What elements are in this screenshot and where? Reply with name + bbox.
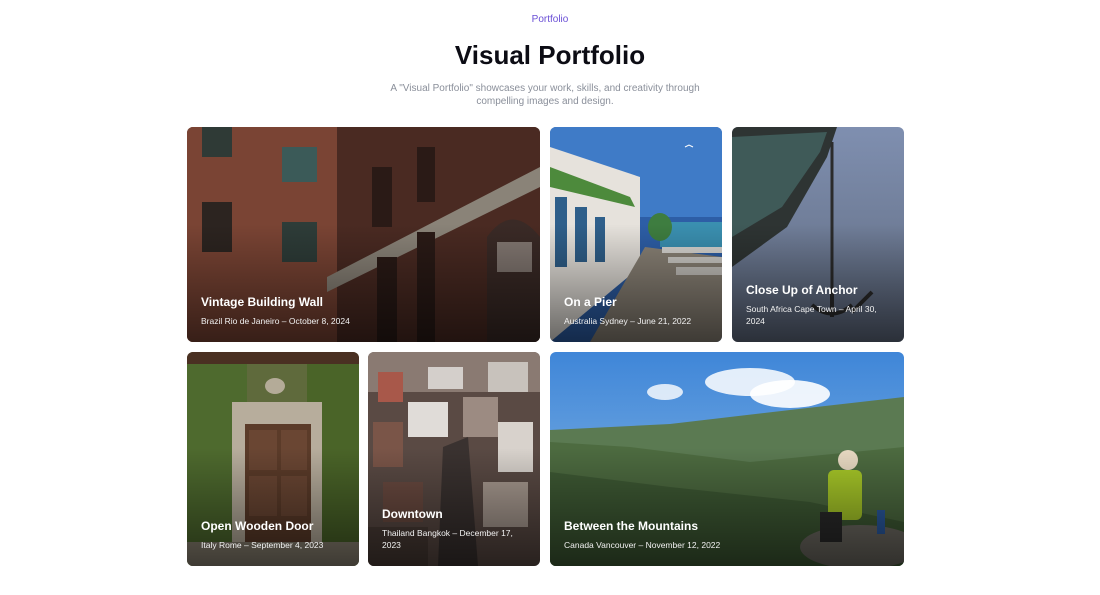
- card-subtitle: Australia Sydney – June 21, 2022: [564, 316, 692, 326]
- card-title: Close Up of Anchor: [746, 283, 858, 297]
- card-subtitle: South Africa Cape Town – April 30, 2024: [746, 304, 877, 326]
- card-title: On a Pier: [564, 295, 617, 309]
- portfolio-card-vintage-building-wall[interactable]: Vintage Building Wall Brazil Rio de Jane…: [187, 127, 540, 342]
- portfolio-page: Portfolio Visual Portfolio A "Visual Por…: [0, 0, 1100, 595]
- card-subtitle: Italy Rome – September 4, 2023: [201, 540, 324, 550]
- section-eyebrow: Portfolio: [531, 14, 569, 25]
- card-title: Between the Mountains: [564, 519, 699, 533]
- portfolio-card-between-the-mountains[interactable]: Between the Mountains Canada Vancouver –…: [550, 352, 904, 566]
- portfolio-card-downtown[interactable]: Downtown Thailand Bangkok – December 17,…: [368, 352, 540, 566]
- card-subtitle: Brazil Rio de Janeiro – October 8, 2024: [201, 316, 350, 326]
- card-title: Vintage Building Wall: [201, 295, 324, 309]
- card-title: Open Wooden Door: [201, 519, 314, 533]
- page-title: Visual Portfolio: [454, 40, 646, 70]
- portfolio-card-on-a-pier[interactable]: On a Pier Australia Sydney – June 21, 20…: [550, 127, 722, 342]
- card-subtitle: Canada Vancouver – November 12, 2022: [564, 540, 721, 550]
- card-title: Downtown: [382, 507, 443, 521]
- card-subtitle: Thailand Bangkok – December 17, 2023: [382, 528, 513, 550]
- page-subtitle: A "Visual Portfolio" showcases your work…: [390, 83, 700, 107]
- portfolio-card-open-wooden-door[interactable]: Open Wooden Door Italy Rome – September …: [187, 352, 359, 566]
- portfolio-card-close-up-of-anchor[interactable]: Close Up of Anchor South Africa Cape Tow…: [732, 127, 904, 342]
